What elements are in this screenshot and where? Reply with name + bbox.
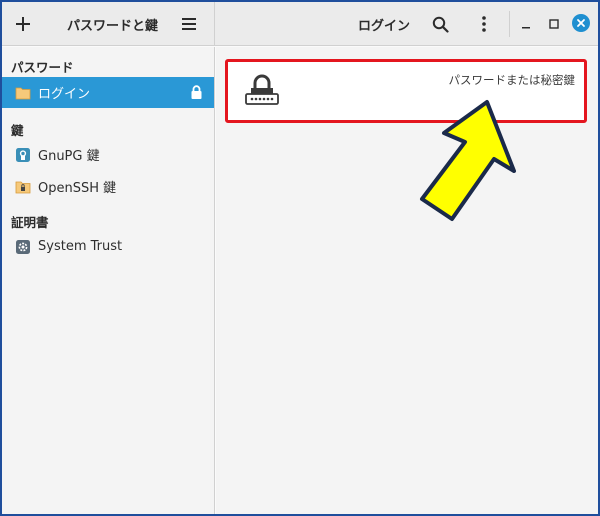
header-bar: パスワードと鍵 ログイン [2, 2, 598, 46]
sidebar: パスワード ログイン 鍵 GnuPG 鍵 OpenSSH 鍵 証明書 Syste… [2, 47, 215, 514]
search-button[interactable] [425, 9, 455, 39]
header-separator [509, 11, 510, 37]
sidebar-item-openssh[interactable]: OpenSSH 鍵 [2, 171, 214, 202]
kebab-icon [482, 16, 486, 32]
hamburger-icon [182, 18, 196, 30]
password-lock-icon [242, 74, 282, 110]
sidebar-item-label: System Trust [38, 239, 123, 254]
folder-icon [15, 85, 31, 101]
sidebar-item-system-trust[interactable]: System Trust [2, 231, 214, 262]
sidebar-item-label: GnuPG 鍵 [38, 149, 100, 164]
more-options-button[interactable] [469, 9, 499, 39]
add-button[interactable] [8, 9, 38, 39]
close-button[interactable] [570, 12, 592, 34]
gear-icon [15, 239, 31, 255]
minimize-icon [522, 27, 530, 29]
gnupg-key-icon [15, 147, 31, 163]
main-menu-button[interactable] [174, 9, 204, 39]
list-item-password-or-secret-key[interactable]: パスワードまたは秘密鍵 [225, 59, 587, 123]
maximize-button[interactable] [542, 11, 566, 37]
plus-icon [16, 17, 30, 31]
app-window: パスワードと鍵 ログイン パスワード ログイン 鍵 GnuPG 鍵 OpenSS… [0, 0, 600, 516]
sidebar-item-label: ログイン [38, 87, 91, 102]
search-icon [432, 16, 449, 33]
sidebar-header: パスワードと鍵 [2, 2, 215, 46]
section-header-certificates: 証明書 [11, 215, 49, 230]
app-title: パスワードと鍵 [67, 19, 159, 34]
main-content: パスワードまたは秘密鍵 [216, 47, 598, 514]
ssh-folder-icon [15, 179, 31, 195]
section-header-keys: 鍵 [11, 123, 24, 138]
sidebar-item-gnupg[interactable]: GnuPG 鍵 [2, 139, 214, 170]
maximize-icon [549, 19, 559, 29]
lock-icon [190, 85, 203, 104]
sidebar-item-login[interactable]: ログイン [2, 77, 214, 108]
page-title: ログイン [358, 19, 411, 34]
minimize-button[interactable] [514, 11, 538, 37]
sidebar-item-label: OpenSSH 鍵 [38, 181, 117, 196]
item-description: パスワードまたは秘密鍵 [448, 73, 576, 87]
close-icon [572, 14, 590, 32]
section-header-passwords: パスワード [11, 60, 74, 75]
